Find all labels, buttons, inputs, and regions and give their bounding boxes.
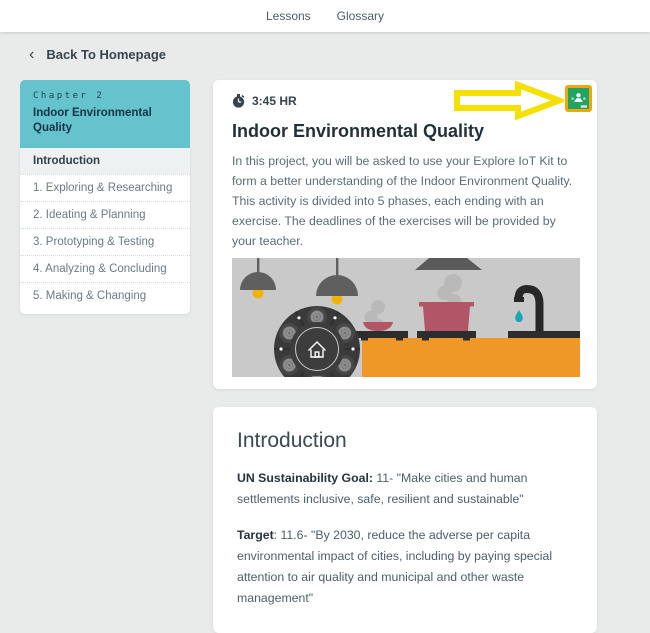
- introduction-section-card: Introduction UN Sustainability Goal: 11-…: [213, 407, 597, 633]
- un-goal-paragraph: UN Sustainability Goal: 11- "Make cities…: [237, 468, 589, 510]
- un-goal-label: UN Sustainability Goal:: [237, 471, 373, 485]
- sidebar-item-prototyping-testing[interactable]: 3. Prototyping & Testing: [20, 228, 190, 255]
- chapter-sidebar: Chapter 2 Indoor Environmental Quality I…: [20, 80, 190, 314]
- target-text: : 11.6- "By 2030, reduce the adverse per…: [237, 528, 552, 605]
- smart-home-kitchen-illustration: [232, 258, 580, 377]
- top-navigation-bar: Lessons Glossary: [0, 0, 650, 32]
- sidebar-item-exploring-researching[interactable]: 1. Exploring & Researching: [20, 174, 190, 201]
- nav-item-lessons[interactable]: Lessons: [266, 9, 311, 23]
- lesson-duration: 3:45 HR: [252, 94, 297, 108]
- sidebar-item-ideating-planning[interactable]: 2. Ideating & Planning: [20, 201, 190, 228]
- lesson-overview-card: 3:45 HR Indoor Environmental Quality In …: [213, 80, 597, 389]
- chapter-menu: Introduction 1. Exploring & Researching …: [20, 148, 190, 314]
- chapter-header: Chapter 2 Indoor Environmental Quality: [20, 80, 190, 148]
- sidebar-item-making-changing[interactable]: 5. Making & Changing: [20, 282, 190, 309]
- stopwatch-icon: [232, 94, 245, 108]
- back-to-homepage-link[interactable]: ‹ Back To Homepage: [29, 47, 166, 62]
- annotation-arrow-icon: [454, 81, 564, 121]
- target-label: Target: [237, 528, 274, 542]
- nav-item-glossary[interactable]: Glossary: [337, 9, 384, 23]
- chevron-left-icon: ‹: [29, 48, 34, 61]
- back-link-label: Back To Homepage: [46, 47, 166, 62]
- section-heading: Introduction: [237, 429, 573, 453]
- lesson-title: Indoor Environmental Quality: [232, 121, 578, 142]
- chapter-number-label: Chapter 2: [33, 91, 177, 101]
- target-paragraph: Target: 11.6- "By 2030, reduce the adver…: [237, 525, 589, 609]
- lesson-description: In this project, you will be asked to us…: [232, 151, 578, 251]
- sidebar-item-introduction[interactable]: Introduction: [20, 148, 190, 174]
- sidebar-item-analyzing-concluding[interactable]: 4. Analyzing & Concluding: [20, 255, 190, 282]
- chapter-title: Indoor Environmental Quality: [33, 106, 177, 136]
- main-content: 3:45 HR Indoor Environmental Quality In …: [213, 80, 597, 633]
- google-classroom-icon[interactable]: [565, 85, 592, 112]
